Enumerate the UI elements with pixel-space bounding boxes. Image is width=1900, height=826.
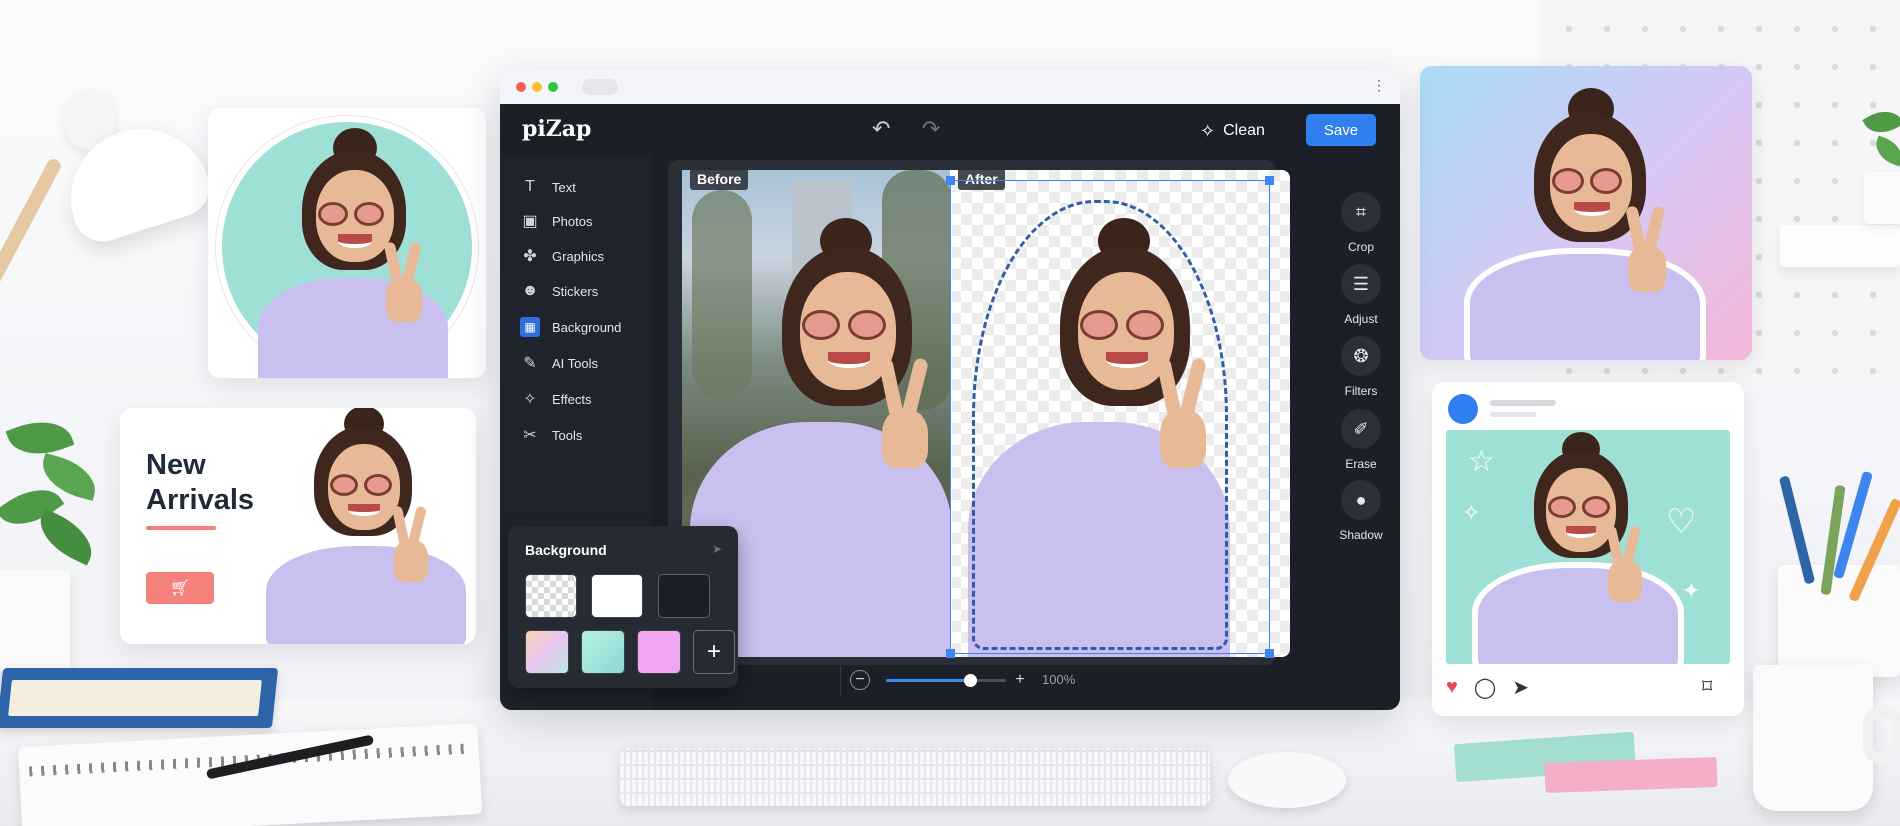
sidebar-item-graphics[interactable]: ✤ Graphics — [512, 239, 640, 273]
blue-book — [0, 668, 279, 728]
effects-icon: ✧ — [523, 391, 537, 408]
window-minimize-dot[interactable] — [532, 82, 542, 92]
eraser-icon: ✐ — [1341, 409, 1381, 449]
sidebar-item-stickers[interactable]: ☻ Stickers — [512, 274, 640, 308]
plant-pot — [0, 570, 70, 680]
swatch-pink[interactable] — [637, 630, 681, 674]
sidebar-item-photos[interactable]: ▣ Photos — [512, 204, 640, 238]
social-post-card: ☆ ✧ ♡ ✦ ♥ ◯ ➤ ⌑ — [1432, 382, 1744, 716]
sticker-icon: ☻ — [521, 282, 539, 299]
caption-placeholder — [1490, 412, 1536, 417]
woman-photo — [1464, 88, 1704, 360]
swatch-dark[interactable] — [658, 574, 710, 618]
keyboard — [620, 748, 1210, 806]
edit-toolbar: ⌗ Crop ☰ Adjust ❂ Filters ✐ Erase ● Shad… — [1322, 156, 1400, 710]
swatch-white[interactable] — [591, 574, 643, 618]
shop-button[interactable]: 🛒︎ — [146, 572, 214, 604]
sidebar-item-text[interactable]: T Text — [512, 170, 640, 204]
zoom-out-button[interactable]: − — [850, 670, 870, 690]
background-icon: ▦ — [520, 317, 540, 337]
coffee-mug — [1753, 665, 1900, 811]
address-bar[interactable] — [582, 79, 618, 95]
bookmark-icon[interactable]: ⌑ — [1702, 674, 1712, 699]
sticky-notes-pink — [1544, 757, 1718, 793]
post-image: ☆ ✧ ♡ ✦ — [1446, 430, 1730, 664]
after-image — [950, 170, 1290, 657]
shelf — [1780, 225, 1900, 267]
crop-tool[interactable]: ⌗ Crop — [1322, 192, 1400, 266]
photo-icon: ▣ — [522, 213, 538, 230]
mouse — [1228, 752, 1346, 808]
swatch-transparent[interactable] — [525, 574, 577, 618]
zoom-divider — [840, 666, 841, 696]
redo-button[interactable]: ↷ — [922, 118, 940, 140]
redo-icon: ↷ — [922, 116, 941, 141]
add-background-button[interactable]: + — [693, 630, 735, 674]
woman-photo — [256, 408, 476, 644]
zoom-in-button[interactable]: + — [1010, 670, 1030, 690]
cutout-outline — [972, 200, 1228, 650]
promo-card-new-arrivals: New Arrivals 🛒︎ — [120, 408, 476, 644]
crop-icon: ⌗ — [1341, 192, 1381, 232]
canvas-area: Before After — [660, 156, 1320, 665]
filters-tool[interactable]: ❂ Filters — [1322, 336, 1400, 410]
promo-title: New Arrivals — [146, 449, 255, 516]
after-label: After — [958, 168, 1005, 190]
zoom-slider[interactable] — [886, 674, 1006, 687]
swatch-gradient-mint[interactable] — [581, 630, 625, 674]
zoom-level: 100% — [1042, 672, 1076, 687]
filters-icon: ❂ — [1341, 336, 1381, 376]
erase-tool[interactable]: ✐ Erase — [1322, 409, 1400, 483]
sidebar-item-background[interactable]: ▦ Background — [512, 310, 640, 344]
username-placeholder — [1490, 400, 1556, 406]
like-heart-icon[interactable]: ♥ — [1446, 676, 1458, 699]
ai-tools-icon: ✎ — [523, 355, 537, 372]
undo-icon: ↶ — [872, 116, 891, 141]
pencil-cup — [1778, 470, 1900, 677]
sticker-card-gradient — [1420, 66, 1752, 360]
save-button[interactable]: Save — [1306, 114, 1376, 146]
sidebar-item-ai-tools[interactable]: ✎ AI Tools — [512, 346, 640, 380]
app-logo: piZap — [522, 116, 592, 142]
share-icon[interactable]: ➤ — [1512, 675, 1529, 700]
zoom-slider-fill — [886, 679, 970, 682]
post-actions: ♥ ◯ ➤ — [1446, 674, 1706, 700]
sidebar-item-effects[interactable]: ✧ Effects — [512, 382, 640, 416]
shadow-icon: ● — [1341, 480, 1381, 520]
woman-photo — [1468, 430, 1688, 664]
zoom-control: − + 100% — [850, 666, 1130, 696]
pizap-editor: piZap ↶ ↷ ✧ Clean Save T Text ▣ Photos ✤… — [500, 104, 1400, 710]
swatch-gradient-peach[interactable] — [525, 630, 569, 674]
woman-photo — [238, 128, 458, 378]
compare-divider[interactable] — [950, 170, 952, 657]
browser-titlebar: ⋮ — [500, 70, 1400, 104]
sticker-card-circle — [208, 108, 486, 378]
tools-icon: ✂ — [523, 427, 537, 444]
desk-lamp — [52, 90, 218, 260]
comment-icon[interactable]: ◯ — [1474, 675, 1496, 700]
clean-button[interactable]: ✧ Clean — [1200, 118, 1265, 144]
promo-underline — [146, 526, 216, 530]
shadow-tool[interactable]: ● Shadow — [1322, 480, 1400, 554]
zoom-slider-knob[interactable] — [964, 674, 977, 687]
panel-pin-icon[interactable]: ➤ — [712, 542, 722, 556]
window-close-dot[interactable] — [516, 82, 526, 92]
avatar — [1448, 394, 1478, 424]
cart-icon: 🛒︎ — [169, 580, 191, 597]
sliders-icon: ☰ — [1341, 264, 1381, 304]
sparkle-icon: ✧ — [1200, 120, 1216, 141]
browser-menu-icon[interactable]: ⋮ — [1372, 78, 1386, 92]
potted-plant-right — [1860, 100, 1900, 224]
adjust-tool[interactable]: ☰ Adjust — [1322, 264, 1400, 338]
background-panel-title: Background — [525, 542, 607, 558]
editor-window: ⋮ piZap ↶ ↷ ✧ Clean Save T Text ▣ Photos — [500, 70, 1400, 710]
window-maximize-dot[interactable] — [548, 82, 558, 92]
undo-button[interactable]: ↶ — [872, 118, 890, 140]
background-panel: Background ➤ + — [508, 526, 738, 688]
sidebar-item-tools[interactable]: ✂ Tools — [512, 418, 640, 452]
text-icon: T — [525, 178, 535, 195]
graphics-icon: ✤ — [523, 248, 537, 265]
before-label: Before — [690, 168, 749, 190]
editor-header: piZap ↶ ↷ ✧ Clean Save — [500, 104, 1400, 156]
